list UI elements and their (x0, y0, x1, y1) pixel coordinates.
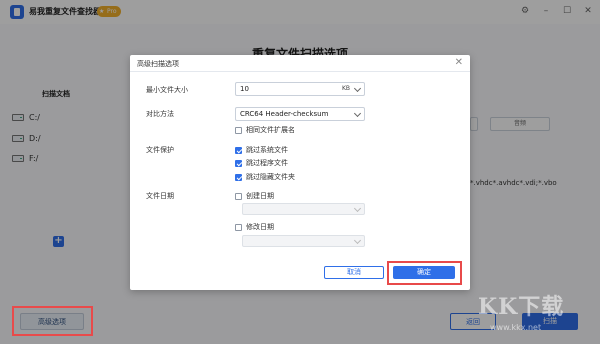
chevron-down-icon (353, 204, 362, 213)
created-date-checkbox[interactable] (235, 192, 242, 200)
modified-date-label: 修改日期 (246, 223, 274, 231)
advanced-scan-dialog: 高级扫描选项 ✕ 最小文件大小 10 KB 对比方法 CRC64 Header-… (130, 55, 470, 290)
skip-system-files-checkbox[interactable] (235, 146, 242, 154)
created-date-select[interactable] (242, 203, 365, 215)
highlight-box-ok (387, 261, 462, 285)
skip-hidden-folders-checkbox[interactable] (235, 173, 242, 181)
modified-date-select[interactable] (242, 235, 365, 247)
chevron-down-icon (353, 84, 362, 93)
file-protection-label: 文件保护 (146, 146, 174, 154)
skip-program-files-label: 跳过程序文件 (246, 159, 288, 167)
dialog-title: 高级扫描选项 (137, 60, 179, 68)
compare-method-select[interactable]: CRC64 Header-checksum (235, 107, 365, 121)
created-date-option[interactable]: 创建日期 (235, 191, 274, 201)
skip-hidden-folders-option[interactable]: 跳过隐藏文件夹 (235, 172, 295, 182)
dialog-close-icon[interactable]: ✕ (455, 57, 463, 69)
modified-date-option[interactable]: 修改日期 (235, 222, 274, 232)
skip-hidden-folders-label: 跳过隐藏文件夹 (246, 173, 295, 181)
chevron-down-icon (353, 109, 362, 118)
same-extension-label: 相同文件扩展名 (246, 126, 295, 134)
chevron-down-icon (353, 236, 362, 245)
file-date-label: 文件日期 (146, 192, 174, 200)
compare-method-value: CRC64 Header-checksum (240, 110, 329, 118)
watermark-logo: KK下载 (478, 294, 565, 320)
cancel-button[interactable]: 取消 (324, 266, 384, 279)
min-size-unit: KB (341, 85, 350, 92)
same-extension-option[interactable]: 相同文件扩展名 (235, 125, 295, 135)
skip-program-files-option[interactable]: 跳过程序文件 (235, 158, 288, 168)
skip-system-files-option[interactable]: 跳过系统文件 (235, 145, 288, 155)
skip-program-files-checkbox[interactable] (235, 159, 242, 167)
min-size-value: 10 (240, 85, 249, 93)
min-size-label: 最小文件大小 (146, 86, 188, 94)
same-extension-checkbox[interactable] (235, 126, 242, 134)
highlight-box-advanced (12, 306, 93, 336)
modified-date-checkbox[interactable] (235, 223, 242, 231)
created-date-label: 创建日期 (246, 192, 274, 200)
compare-method-label: 对比方法 (146, 110, 174, 118)
min-size-select[interactable]: 10 KB (235, 82, 365, 96)
dialog-header: 高级扫描选项 ✕ (130, 55, 470, 72)
skip-system-files-label: 跳过系统文件 (246, 146, 288, 154)
watermark-url: www.kkx.net (490, 323, 542, 332)
